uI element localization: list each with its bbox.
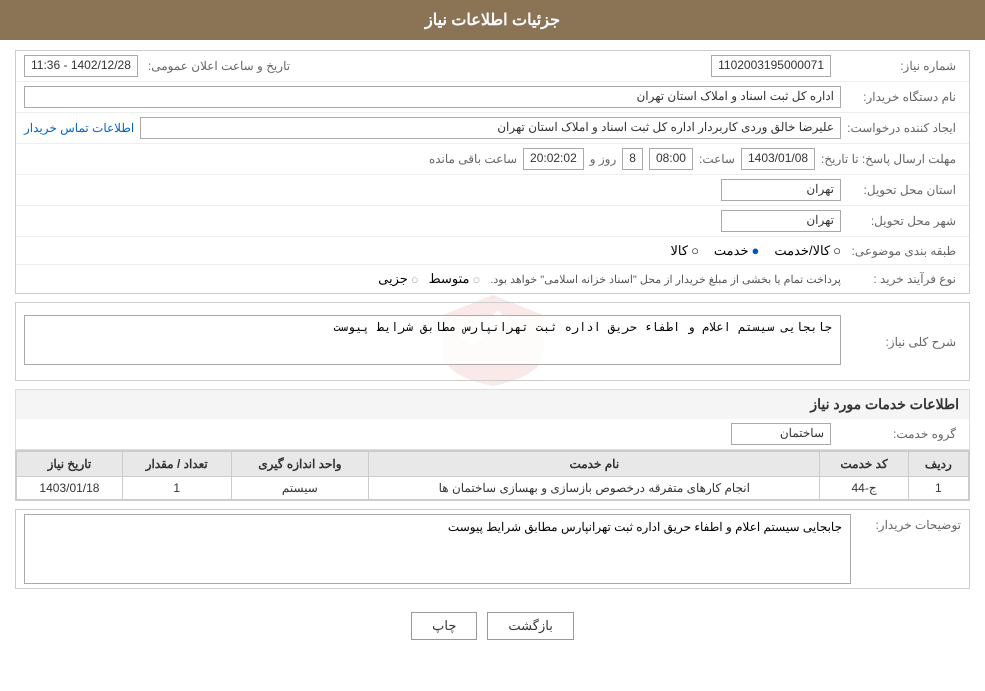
date-announce-label: تاریخ و ساعت اعلان عمومی: bbox=[148, 59, 290, 73]
page-title: جزئیات اطلاعات نیاز bbox=[0, 0, 985, 40]
mohlat-baqi: 20:02:02 bbox=[523, 148, 584, 170]
nooe-motavasset[interactable]: ○ متوسط bbox=[429, 271, 481, 287]
col-kod: کد خدمت bbox=[820, 452, 908, 477]
nooe-label: نوع فرآیند خرید : bbox=[841, 272, 961, 286]
shomara-label: شماره نیاز: bbox=[841, 59, 961, 73]
tabaqe-khedmat[interactable]: ● خدمت bbox=[714, 243, 759, 259]
ostan-value: تهران bbox=[721, 179, 841, 201]
radio-khedmat[interactable]: ● bbox=[752, 243, 760, 258]
shahr-label: شهر محل تحویل: bbox=[841, 214, 961, 228]
mohlat-saat: 08:00 bbox=[649, 148, 693, 170]
cell-tarikh: 1403/01/18 bbox=[17, 477, 123, 500]
cell-vahed: سیستم bbox=[231, 477, 369, 500]
tabaqe-label: طبقه بندی موضوعی: bbox=[841, 244, 961, 258]
cell-radif: 1 bbox=[908, 477, 968, 500]
cell-kod: ج-44 bbox=[820, 477, 908, 500]
shahr-value: تهران bbox=[721, 210, 841, 232]
saat-label: ساعت: bbox=[699, 152, 735, 166]
group-value: ساختمان bbox=[731, 423, 831, 445]
services-table: ردیف کد خدمت نام خدمت واحد اندازه گیری ت… bbox=[16, 451, 969, 500]
label-kala-khedmat: کالا/خدمت bbox=[774, 243, 830, 259]
nooe-jozi[interactable]: ○ جزیی bbox=[378, 271, 419, 287]
contact-info-link[interactable]: اطلاعات تماس خریدار bbox=[24, 121, 134, 135]
ijad-label: ایجاد کننده درخواست: bbox=[841, 121, 961, 135]
print-button[interactable]: چاپ bbox=[411, 612, 477, 640]
col-vahed: واحد اندازه گیری bbox=[231, 452, 369, 477]
ostan-label: استان محل تحویل: bbox=[841, 183, 961, 197]
date-announce-value: 1402/12/28 - 11:36 bbox=[24, 55, 138, 77]
ijad-value: علیرضا خالق وردی کاربردار اداره کل ثبت ا… bbox=[140, 117, 841, 139]
mohlat-label: مهلت ارسال پاسخ: تا تاریخ: bbox=[821, 152, 961, 166]
sharh-label: شرح کلی نیاز: bbox=[841, 335, 961, 349]
nam-dastgah-label: نام دستگاه خریدار: bbox=[841, 90, 961, 104]
shomara-value: 1102003195000071 bbox=[711, 55, 831, 77]
back-button[interactable]: بازگشت bbox=[487, 612, 573, 640]
nooe-note: پرداخت تمام یا بخشی از مبلغ خریدار از مح… bbox=[490, 273, 841, 286]
col-tedad: تعداد / مقدار bbox=[122, 452, 231, 477]
baqi-label: ساعت باقی مانده bbox=[429, 152, 517, 166]
table-row: 1ج-44انجام کارهای متفرقه درخصوص بازسازی … bbox=[17, 477, 969, 500]
group-label: گروه خدمت: bbox=[841, 427, 961, 441]
tabaqe-radio-group: ○ کالا ● خدمت ○ کالا/خدمت bbox=[670, 243, 841, 259]
radio-motavasset[interactable]: ○ bbox=[472, 272, 480, 287]
label-kala: کالا bbox=[670, 243, 688, 259]
label-khedmat: خدمت bbox=[714, 243, 749, 259]
label-jozi: جزیی bbox=[378, 271, 408, 287]
services-title: اطلاعات خدمات مورد نیاز bbox=[15, 389, 970, 419]
towzih-box: جابجایی سیستم اعلام و اطفاء حریق اداره ث… bbox=[24, 514, 851, 584]
nam-dastgah-value: اداره کل ثبت اسناد و املاک استان تهران bbox=[24, 86, 841, 108]
cell-tedad: 1 bbox=[122, 477, 231, 500]
radio-jozi[interactable]: ○ bbox=[411, 272, 419, 287]
radio-kala-khedmat[interactable]: ○ bbox=[833, 243, 841, 258]
sharh-textarea[interactable]: جابجایی سیستم اعلام و اطفاء حریق اداره ث… bbox=[24, 315, 841, 365]
mohlat-rooz: 8 bbox=[622, 148, 643, 170]
rooz-label: روز و bbox=[590, 152, 617, 166]
col-tarikh: تاریخ نیاز bbox=[17, 452, 123, 477]
tabaqe-kala-khedmat[interactable]: ○ کالا/خدمت bbox=[774, 243, 841, 259]
col-radif: ردیف bbox=[908, 452, 968, 477]
towzih-label: توضیحات خریدار: bbox=[861, 514, 961, 532]
label-motavasset: متوسط bbox=[429, 271, 470, 287]
col-name: نام خدمت bbox=[369, 452, 820, 477]
radio-kala[interactable]: ○ bbox=[691, 243, 699, 258]
mohlat-date: 1403/01/08 bbox=[741, 148, 815, 170]
cell-name: انجام کارهای متفرقه درخصوص بازسازی و بهس… bbox=[369, 477, 820, 500]
tabaqe-kala[interactable]: ○ کالا bbox=[670, 243, 698, 259]
